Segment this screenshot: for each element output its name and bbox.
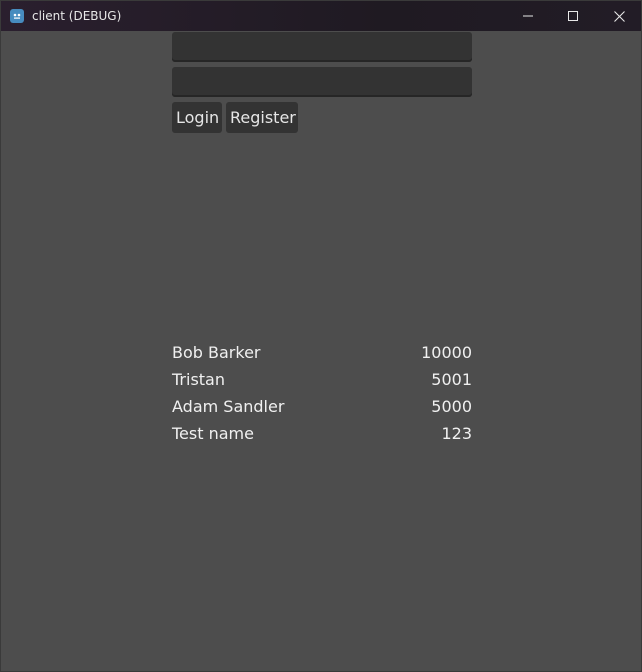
leaderboard-row: Test name 123 xyxy=(172,422,472,449)
player-name: Tristan xyxy=(172,370,225,389)
player-name: Bob Barker xyxy=(172,343,261,362)
close-button[interactable] xyxy=(596,1,642,31)
username-input[interactable] xyxy=(172,32,472,62)
player-name: Adam Sandler xyxy=(172,397,285,416)
minimize-icon xyxy=(523,15,533,17)
login-button[interactable]: Login xyxy=(172,102,222,133)
leaderboard: Bob Barker 10000 Tristan 5001 Adam Sandl… xyxy=(172,341,472,449)
player-name: Test name xyxy=(172,424,254,443)
app-window: client (DEBUG) Login Register Bob Barker… xyxy=(0,0,642,672)
password-input[interactable] xyxy=(172,67,472,97)
maximize-icon xyxy=(568,11,578,21)
player-score: 5001 xyxy=(431,370,472,389)
godot-icon xyxy=(10,9,24,23)
close-icon xyxy=(613,10,625,22)
window-title: client (DEBUG) xyxy=(32,9,122,23)
leaderboard-row: Adam Sandler 5000 xyxy=(172,395,472,422)
title-bar[interactable]: client (DEBUG) xyxy=(1,1,641,31)
minimize-button[interactable] xyxy=(505,1,551,31)
maximize-button[interactable] xyxy=(550,1,596,31)
leaderboard-row: Bob Barker 10000 xyxy=(172,341,472,368)
leaderboard-row: Tristan 5001 xyxy=(172,368,472,395)
player-score: 123 xyxy=(441,424,472,443)
register-button[interactable]: Register xyxy=(226,102,298,133)
player-score: 5000 xyxy=(431,397,472,416)
player-score: 10000 xyxy=(421,343,472,362)
